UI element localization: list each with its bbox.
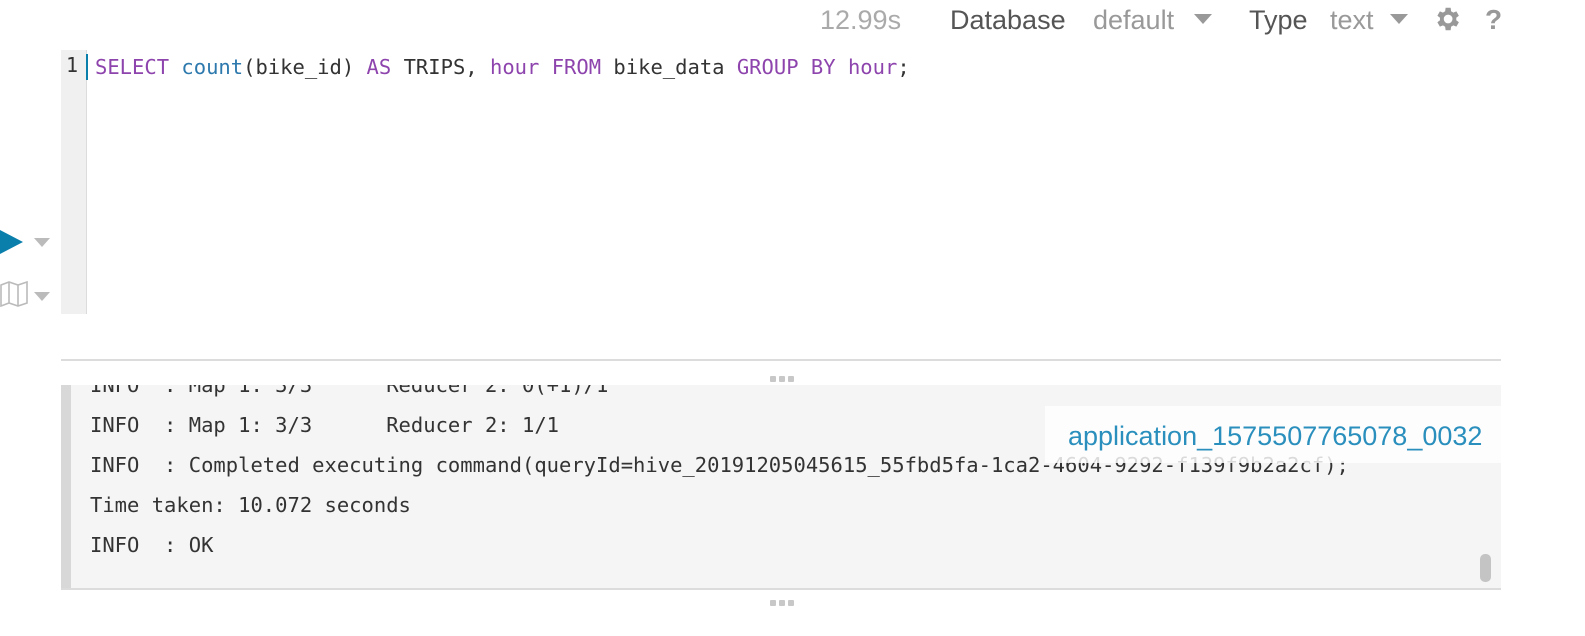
code-token: FROM bbox=[551, 55, 602, 79]
code-token: (bike_id) bbox=[243, 55, 367, 79]
code-token: AS bbox=[366, 55, 392, 79]
database-select[interactable]: default bbox=[1093, 2, 1174, 38]
log-line: INFO : OK bbox=[90, 533, 214, 557]
type-chevron-down-icon[interactable] bbox=[1390, 14, 1408, 24]
code-token: ; bbox=[897, 55, 910, 79]
type-label: Type bbox=[1249, 5, 1308, 35]
editor-divider bbox=[61, 359, 1501, 361]
line-number: 1 bbox=[66, 53, 79, 77]
database-chevron-down-icon[interactable] bbox=[1194, 14, 1212, 24]
explain-options-chevron-down-icon[interactable] bbox=[34, 292, 50, 301]
code-token: GROUP BY bbox=[736, 55, 836, 79]
code-token: hour bbox=[489, 55, 540, 79]
query-log-panel[interactable]: INFO : Map 1: 3/3 Reducer 2: 0(+1)/1 INF… bbox=[61, 385, 1501, 590]
execute-options-chevron-down-icon[interactable] bbox=[34, 238, 50, 247]
resize-handle-icon[interactable] bbox=[770, 375, 794, 383]
code-token: count bbox=[181, 55, 244, 79]
type-select[interactable]: text bbox=[1330, 2, 1374, 38]
execution-time: 12.99s bbox=[820, 5, 902, 35]
code-token: TRIPS, bbox=[391, 55, 490, 79]
resize-handle-icon[interactable] bbox=[770, 599, 794, 607]
database-label: Database bbox=[950, 5, 1066, 35]
job-link-overlay: application_1575507765078_0032 bbox=[1045, 406, 1501, 463]
editor-toolbar: 12.99s Database default Type text ? bbox=[0, 0, 1585, 40]
code-token: SELECT bbox=[95, 55, 170, 79]
map-icon[interactable] bbox=[0, 281, 28, 307]
gear-icon[interactable] bbox=[1432, 4, 1462, 34]
play-icon[interactable] bbox=[0, 229, 24, 255]
application-job-link[interactable]: application_1575507765078_0032 bbox=[1068, 418, 1482, 454]
code-token: bike_data bbox=[601, 55, 737, 79]
log-line: Time taken: 10.072 seconds bbox=[90, 493, 411, 517]
log-left-bar bbox=[61, 385, 71, 588]
code-token: hour bbox=[847, 55, 898, 79]
log-scrollbar[interactable] bbox=[1480, 554, 1491, 582]
text-cursor bbox=[86, 54, 88, 80]
log-line: INFO : Map 1: 3/3 Reducer 2: 0(+1)/1 bbox=[90, 385, 609, 397]
sql-editor-line[interactable]: SELECT count(bike_id) AS TRIPS, hour FRO… bbox=[95, 53, 910, 81]
editor-gutter: 1 bbox=[61, 50, 87, 314]
help-icon[interactable]: ? bbox=[1485, 2, 1502, 38]
log-line: INFO : Map 1: 3/3 Reducer 2: 1/1 bbox=[90, 413, 559, 437]
